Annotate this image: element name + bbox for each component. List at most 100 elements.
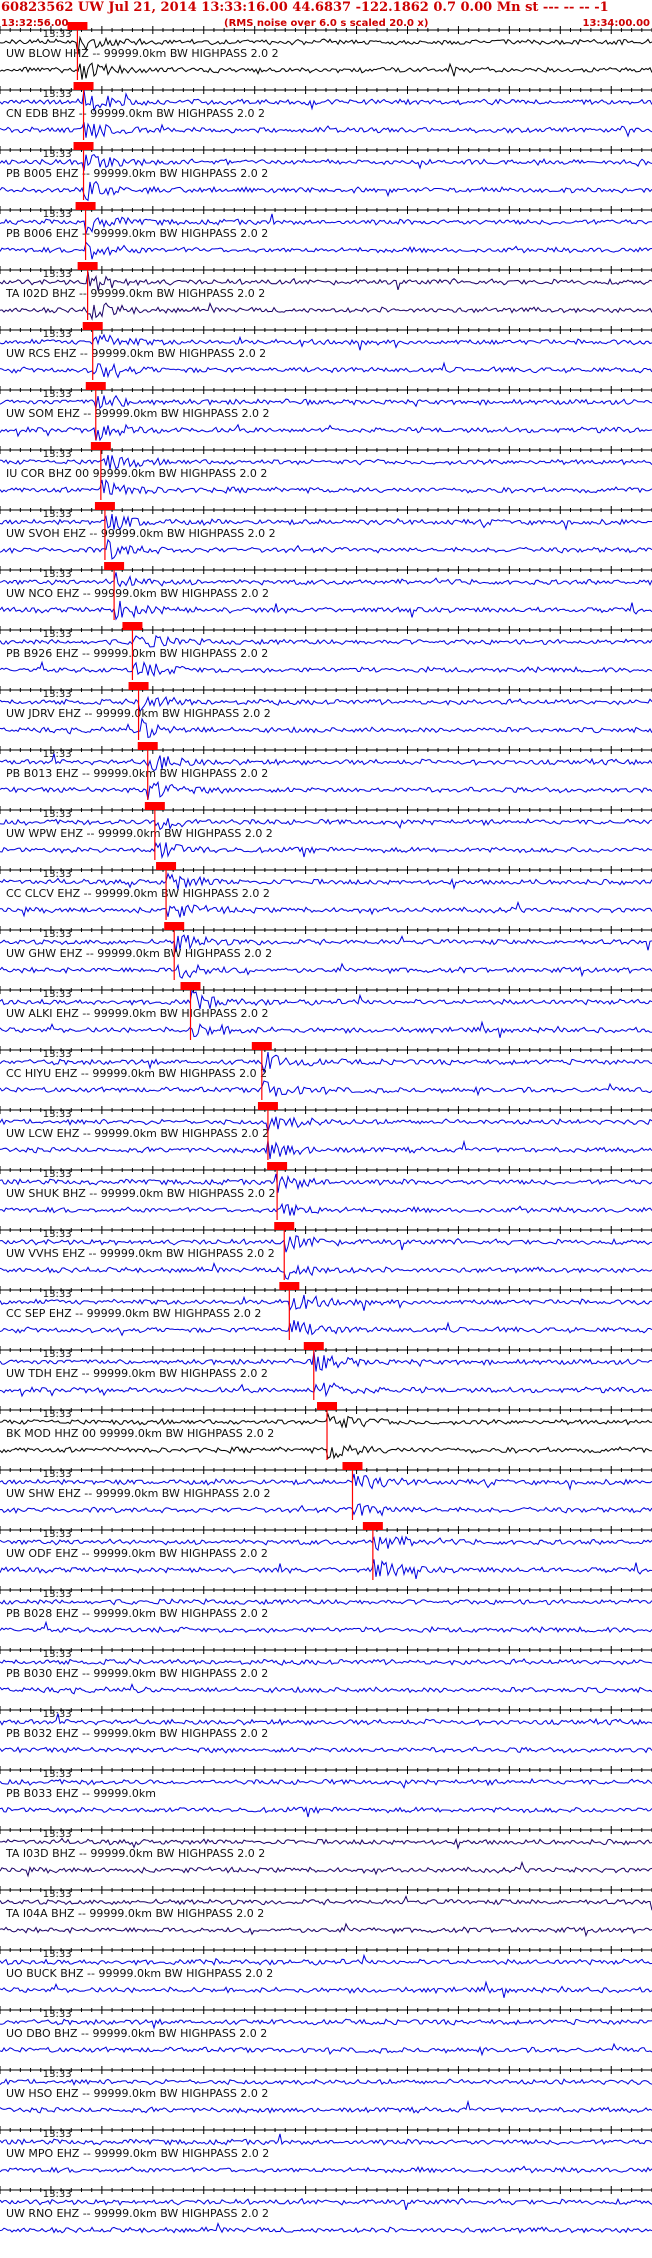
channel-label: UW SHUK BHZ -- 99999.0km BW HIGHPASS 2.0… <box>6 1187 276 1200</box>
pick-flag <box>73 82 94 90</box>
pick-flag <box>342 1462 363 1470</box>
minute-tick-label: 13:33 <box>43 869 72 880</box>
start-time: 13:32:56.00 <box>1 18 69 29</box>
minute-tick-label: 13:33 <box>43 1529 72 1540</box>
pick-flag <box>67 22 88 30</box>
minute-tick-label: 13:33 <box>43 809 72 820</box>
seismic-trace <box>0 1261 652 1280</box>
minute-tick-label: 13:33 <box>43 1289 72 1300</box>
channel-label: UW SHW EHZ -- 99999.0km BW HIGHPASS 2.0 … <box>6 1487 271 1500</box>
minute-tick-label: 13:33 <box>43 449 72 460</box>
seismic-trace <box>0 1713 652 1726</box>
seismic-trace <box>0 842 652 860</box>
minute-tick-label: 13:33 <box>43 509 72 520</box>
seismic-trace <box>0 1980 652 1998</box>
seismic-trace <box>0 1202 652 1216</box>
channel-label: TA I04A BHZ -- 99999.0km BW HIGHPASS 2.0… <box>5 1907 264 1920</box>
minute-tick-label: 13:33 <box>43 209 72 220</box>
pick-flag <box>180 982 201 990</box>
channel-label: CC CLCV EHZ -- 99999.0km BW HIGHPASS 2.0… <box>6 887 270 900</box>
channel-label: TA I02D BHZ -- 99999.0km BW HIGHPASS 2.0… <box>5 287 265 300</box>
pick-flag <box>362 1522 383 1530</box>
minute-tick-label: 13:33 <box>43 2189 72 2200</box>
seismic-trace <box>0 2133 652 2146</box>
minute-tick-label: 13:33 <box>43 2129 72 2140</box>
channel-label: IU COR BHZ 00 99999.0km BW HIGHPASS 2.0 … <box>6 467 267 480</box>
event-title: 60823562 UW Jul 21, 2014 13:33:16.00 44.… <box>1 0 609 15</box>
minute-tick-label: 13:33 <box>43 1049 72 1060</box>
seismic-trace <box>0 1080 652 1097</box>
pick-flag <box>90 442 111 450</box>
seismic-trace <box>0 1503 652 1517</box>
minute-tick-label: 13:33 <box>43 1769 72 1780</box>
seismic-trace <box>0 1444 652 1460</box>
seismic-trace <box>0 2221 652 2234</box>
seismic-trace <box>0 2042 652 2057</box>
pick-flag <box>251 1042 272 1050</box>
seismogram-page: 13:33 UW BLOW HHZ -- 99999.0km BW HIGHPAS… <box>0 0 652 2258</box>
seismic-trace <box>0 1746 652 1754</box>
channel-label: CC HIYU EHZ -- 99999.0km BW HIGHPASS 2.0… <box>6 1067 267 1080</box>
seismic-trace <box>0 1806 652 1818</box>
channel-label: UW BLOW HHZ -- 99999.0km BW HIGHPASS 2.0… <box>6 47 279 60</box>
seismic-trace <box>0 962 652 979</box>
channel-label: UW VVHS EHZ -- 99999.0km BW HIGHPASS 2.0… <box>6 1247 275 1260</box>
channel-label: UW MPO EHZ -- 99999.0km BW HIGHPASS 2.0 … <box>6 2147 269 2160</box>
pick-flag <box>274 1222 295 1230</box>
seismic-trace <box>0 1953 652 1966</box>
seismic-trace <box>0 302 652 321</box>
seismic-trace <box>0 478 652 496</box>
minute-tick-label: 13:33 <box>43 569 72 580</box>
seismic-trace <box>0 1682 652 1695</box>
seismic-trace <box>0 717 652 738</box>
pick-flag <box>122 622 143 630</box>
seismic-trace <box>0 2165 652 2174</box>
channel-label: PB B005 EHZ -- 99999.0km BW HIGHPASS 2.0… <box>6 167 268 180</box>
seismic-trace <box>0 1922 652 1938</box>
pick-flag <box>267 1162 288 1170</box>
channel-label: PB B030 EHZ -- 99999.0km BW HIGHPASS 2.0… <box>6 1667 268 1680</box>
seismic-trace <box>0 62 652 80</box>
pick-flag <box>144 802 165 810</box>
channel-label: BK MOD HHZ 00 99999.0km BW HIGHPASS 2.0 … <box>6 1427 274 1440</box>
channel-label: UW ODF EHZ -- 99999.0km BW HIGHPASS 2.0 … <box>6 1547 268 1560</box>
channel-label: CC SEP EHZ -- 99999.0km BW HIGHPASS 2.0 … <box>6 1307 261 1320</box>
channel-label: UW RCS EHZ -- 99999.0km BW HIGHPASS 2.0 … <box>6 347 266 360</box>
channel-label: PB B033 EHZ -- 99999.0km <box>6 1787 156 1800</box>
channel-label: UW SOM EHZ -- 99999.0km BW HIGHPASS 2.0 … <box>6 407 270 420</box>
end-time: 13:34:00.00 <box>582 18 650 29</box>
seismic-trace <box>0 1598 652 1606</box>
minute-tick-label: 13:33 <box>43 1229 72 1240</box>
pick-flag <box>317 1402 338 1410</box>
seismic-trace <box>0 600 652 621</box>
pick-flag <box>82 322 103 330</box>
minute-tick-label: 13:33 <box>43 1709 72 1720</box>
seismic-trace <box>0 1860 652 1878</box>
minute-tick-label: 13:33 <box>43 1589 72 1600</box>
channel-label: UW ALKI EHZ -- 99999.0km BW HIGHPASS 2.0… <box>6 1007 269 1020</box>
pick-flag <box>156 862 177 870</box>
channel-label: CN EDB BHZ -- 99999.0km BW HIGHPASS 2.0 … <box>6 107 265 120</box>
seismic-trace <box>0 423 652 442</box>
seismic-trace <box>0 122 652 140</box>
minute-tick-label: 13:33 <box>43 929 72 940</box>
minute-tick-label: 13:33 <box>43 689 72 700</box>
seismic-trace <box>0 900 652 918</box>
seismic-trace <box>0 660 652 678</box>
scaling-note: (RMS noise over 6.0 s scaled 20.0 x) <box>224 18 429 29</box>
channel-label: UO BUCK BHZ -- 99999.0km BW HIGHPASS 2.0… <box>6 1967 273 1980</box>
minute-tick-label: 13:33 <box>43 749 72 760</box>
minute-tick-label: 13:33 <box>43 149 72 160</box>
minute-tick-label: 13:33 <box>43 89 72 100</box>
pick-flag <box>75 202 96 210</box>
seismic-trace <box>0 2078 652 2086</box>
channel-label: PB B013 EHZ -- 99999.0km BW HIGHPASS 2.0… <box>6 767 268 780</box>
minute-tick-label: 13:33 <box>43 29 72 40</box>
seismic-trace <box>0 1658 652 1666</box>
minute-tick-label: 13:33 <box>43 1349 72 1360</box>
pick-flag <box>164 922 185 930</box>
seismic-trace <box>0 1320 652 1337</box>
channel-label: PB B032 EHZ -- 99999.0km BW HIGHPASS 2.0… <box>6 1727 268 1740</box>
minute-tick-label: 13:33 <box>43 1649 72 1660</box>
seismic-trace <box>0 1020 652 1038</box>
